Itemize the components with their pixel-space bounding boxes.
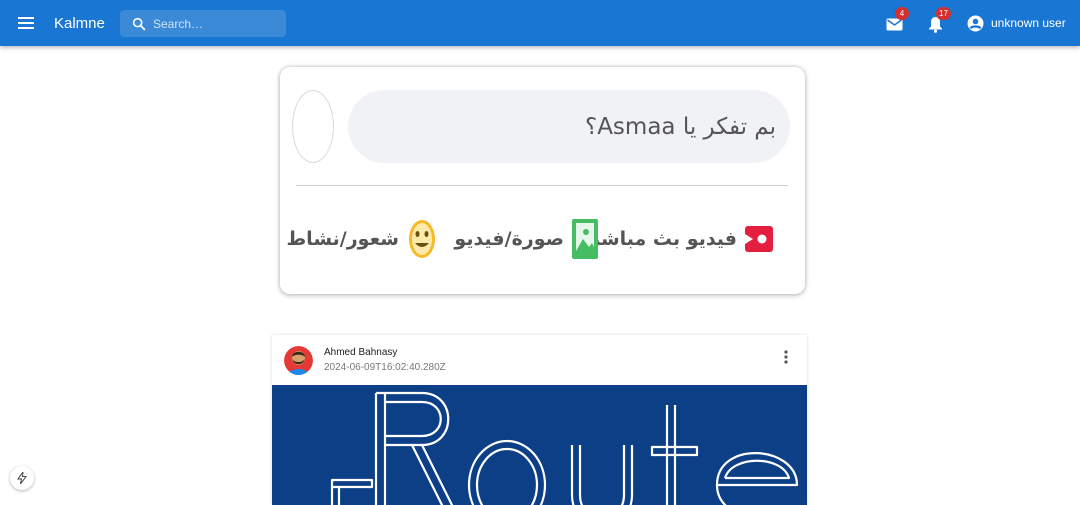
post-author-name[interactable]: Ahmed Bahnasy [324, 347, 397, 358]
post-composer: بم تفكر يا Asmaa؟ فيديو بث مباشر صورة/في… [280, 67, 805, 294]
search-box[interactable] [120, 10, 286, 37]
search-input[interactable] [153, 10, 281, 37]
menu-icon[interactable] [14, 11, 38, 35]
messages-button[interactable]: 4 [881, 7, 909, 37]
post-image[interactable] [272, 385, 807, 505]
route-logo-image [330, 391, 799, 505]
live-video-button[interactable]: فيديو بث مباشر [589, 217, 773, 261]
post-card: Ahmed Bahnasy 2024-06-09T16:02:40.280Z [272, 335, 807, 505]
notifications-badge: 17 [936, 7, 951, 20]
feeling-activity-button[interactable]: شعور/نشاط [286, 217, 437, 261]
search-icon [132, 17, 146, 31]
brand-title[interactable]: Kalmne [54, 15, 105, 32]
live-video-label: فيديو بث مباشر [589, 228, 737, 250]
app-bar: Kalmne 4 17 unknown user [0, 0, 1080, 46]
composer-prompt-input[interactable]: بم تفكر يا Asmaa؟ [348, 90, 790, 163]
post-author-avatar[interactable] [284, 346, 313, 375]
user-name: unknown user [991, 16, 1066, 30]
divider [296, 185, 788, 186]
post-timestamp: 2024-06-09T16:02:40.280Z [324, 362, 446, 373]
messages-badge: 4 [895, 7, 909, 20]
photo-video-button[interactable]: صورة/فيديو [454, 217, 598, 261]
composer-prompt-text: بم تفكر يا Asmaa؟ [584, 113, 776, 140]
notifications-button[interactable]: 17 [922, 7, 951, 37]
more-vert-icon[interactable] [778, 348, 794, 366]
composer-avatar[interactable] [292, 90, 334, 163]
photo-icon [572, 219, 598, 259]
user-menu[interactable]: unknown user [967, 13, 1066, 33]
photo-video-label: صورة/فيديو [454, 228, 564, 250]
account-circle-icon [967, 15, 984, 31]
smiley-icon [409, 220, 435, 258]
live-video-icon [745, 226, 773, 252]
feeling-activity-label: شعور/نشاط [286, 228, 399, 250]
bolt-icon[interactable] [10, 466, 34, 490]
